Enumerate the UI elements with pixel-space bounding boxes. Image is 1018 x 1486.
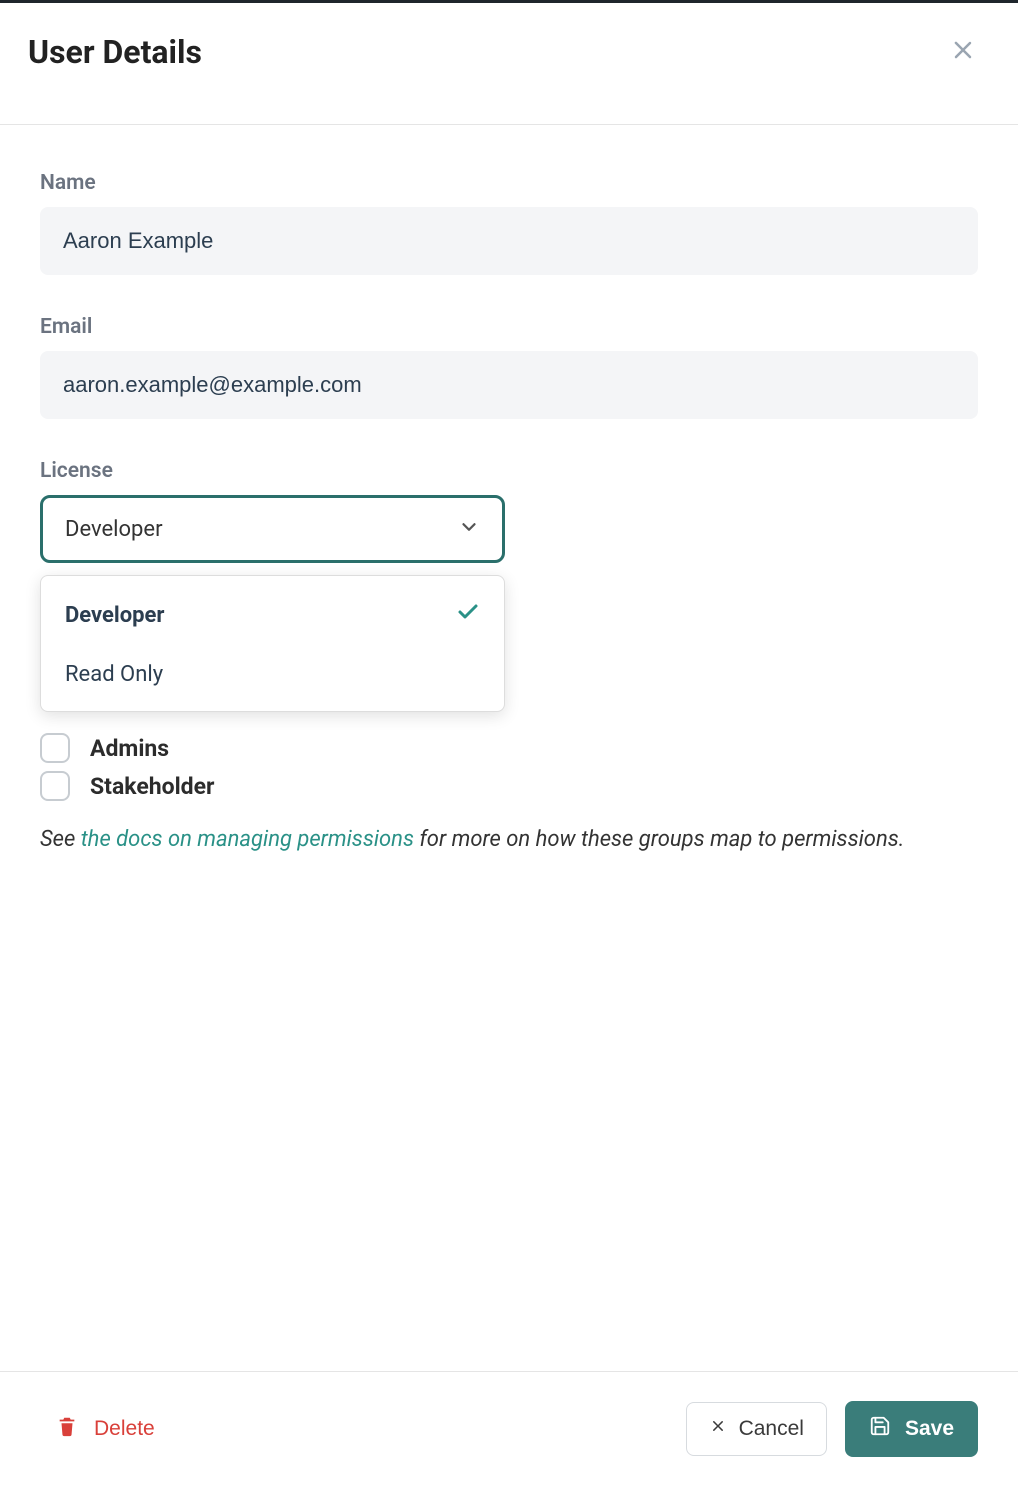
license-select-wrap: Developer Developer Read Only — [40, 495, 505, 563]
groups-section: Admins Stakeholder See the docs on manag… — [40, 733, 978, 857]
delete-button[interactable]: Delete — [56, 1414, 155, 1444]
email-field-group: Email — [40, 315, 978, 419]
license-label: License — [40, 459, 978, 483]
group-label: Admins — [90, 735, 169, 762]
name-field-group: Name — [40, 171, 978, 275]
cancel-label: Cancel — [739, 1417, 804, 1441]
user-details-modal: User Details Name Email License Develope… — [0, 3, 1018, 1486]
email-label: Email — [40, 315, 978, 339]
group-row-admins: Admins — [40, 733, 978, 763]
save-icon — [869, 1415, 891, 1443]
group-checkbox-admins[interactable] — [40, 733, 70, 763]
close-button[interactable] — [944, 31, 982, 72]
save-label: Save — [905, 1417, 954, 1441]
name-input[interactable] — [40, 207, 978, 275]
group-checkbox-stakeholder[interactable] — [40, 771, 70, 801]
hint-suffix: for more on how these groups map to perm… — [414, 827, 904, 852]
hint-prefix: See — [40, 827, 81, 852]
x-icon — [709, 1417, 727, 1441]
check-icon — [456, 600, 480, 630]
close-icon — [948, 35, 978, 68]
modal-footer: Delete Cancel Save — [0, 1371, 1018, 1486]
permissions-docs-link[interactable]: the docs on managing permissions — [81, 827, 414, 852]
license-field-group: License Developer Developer — [40, 459, 978, 563]
modal-body: Name Email License Developer Developer — [0, 125, 1018, 877]
license-option-developer[interactable]: Developer — [41, 584, 504, 646]
license-dropdown: Developer Read Only — [40, 575, 505, 712]
groups-hint: See the docs on managing permissions for… — [40, 823, 978, 857]
cancel-button[interactable]: Cancel — [686, 1402, 827, 1456]
trash-icon — [56, 1414, 78, 1444]
group-row-stakeholder: Stakeholder — [40, 771, 978, 801]
group-label: Stakeholder — [90, 773, 214, 800]
license-option-label: Read Only — [65, 662, 163, 687]
save-button[interactable]: Save — [845, 1401, 978, 1457]
license-option-label: Developer — [65, 603, 164, 628]
license-option-readonly[interactable]: Read Only — [41, 646, 504, 703]
license-select[interactable]: Developer — [40, 495, 505, 563]
name-label: Name — [40, 171, 978, 195]
email-input[interactable] — [40, 351, 978, 419]
license-selected-value: Developer — [65, 517, 163, 542]
modal-title: User Details — [28, 33, 202, 71]
modal-header: User Details — [0, 3, 1018, 125]
delete-label: Delete — [94, 1417, 155, 1441]
chevron-down-icon — [458, 516, 480, 542]
footer-actions: Cancel Save — [686, 1401, 978, 1457]
